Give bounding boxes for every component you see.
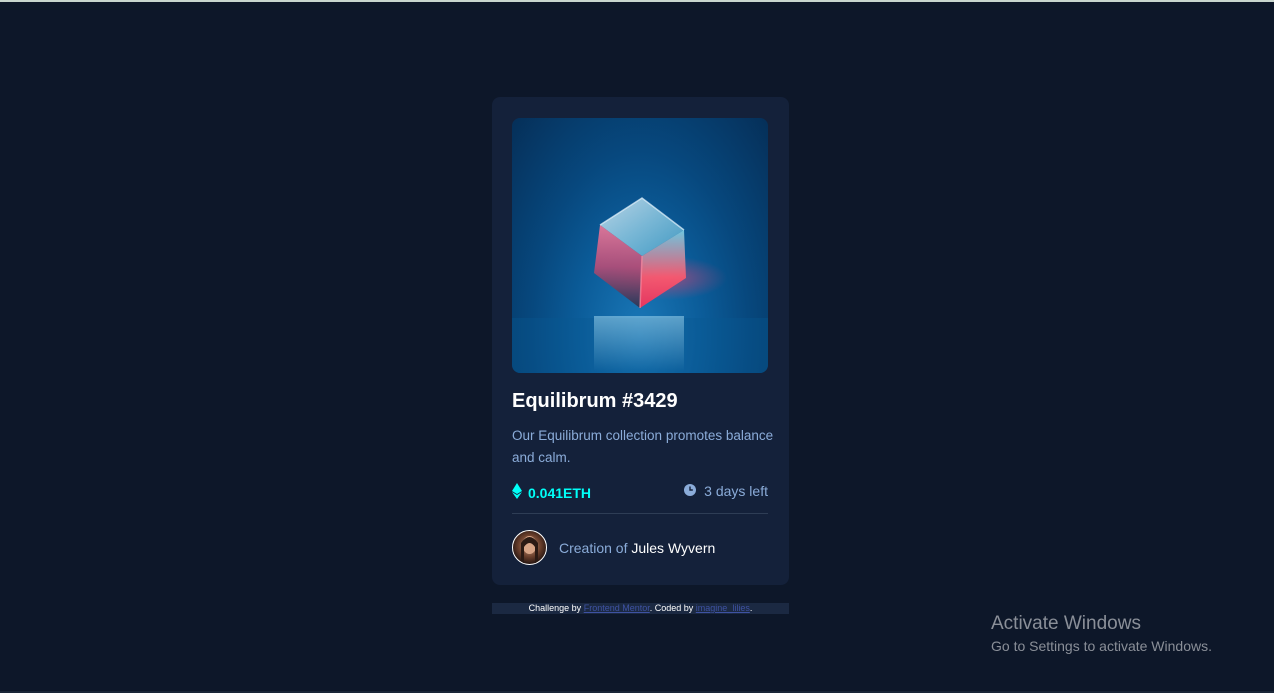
creator-name-link[interactable]: Jules Wyvern [631, 540, 715, 556]
card-title[interactable]: Equilibrum #3429 [512, 390, 678, 413]
attribution-coded-by: . Coded by [649, 603, 694, 613]
attribution-prefix: Challenge by [528, 603, 582, 613]
creator-prefix: Creation of [559, 539, 628, 556]
window-top-border [0, 0, 1274, 2]
activate-subtitle: Go to Settings to activate Windows. [991, 638, 1212, 654]
price-value: 0.041ETH [528, 484, 592, 501]
price: 0.041ETH [512, 483, 591, 502]
divider [512, 513, 768, 514]
nft-card: Equilibrum #3429 Our Equilibrum collecti… [492, 97, 789, 585]
time-left-text: 3 days left [704, 483, 768, 499]
nft-image[interactable] [512, 118, 768, 373]
activate-windows-watermark: Activate Windows Go to Settings to activ… [991, 613, 1212, 656]
time-remaining: 3 days left [684, 483, 768, 499]
activate-title: Activate Windows [991, 613, 1141, 634]
card-description: Our Equilibrum collection promotes balan… [512, 428, 774, 465]
creator-info: Creation of Jules Wyvern [512, 530, 715, 565]
avatar [512, 530, 547, 565]
author-link[interactable]: imagine_lilies [696, 603, 750, 613]
attribution: Challenge by Frontend Mentor. Coded by i… [492, 603, 789, 614]
attribution-suffix: . [749, 603, 753, 613]
frontend-mentor-link[interactable]: Frontend Mentor [584, 603, 650, 613]
clock-icon [684, 483, 697, 499]
ethereum-icon [512, 483, 522, 502]
